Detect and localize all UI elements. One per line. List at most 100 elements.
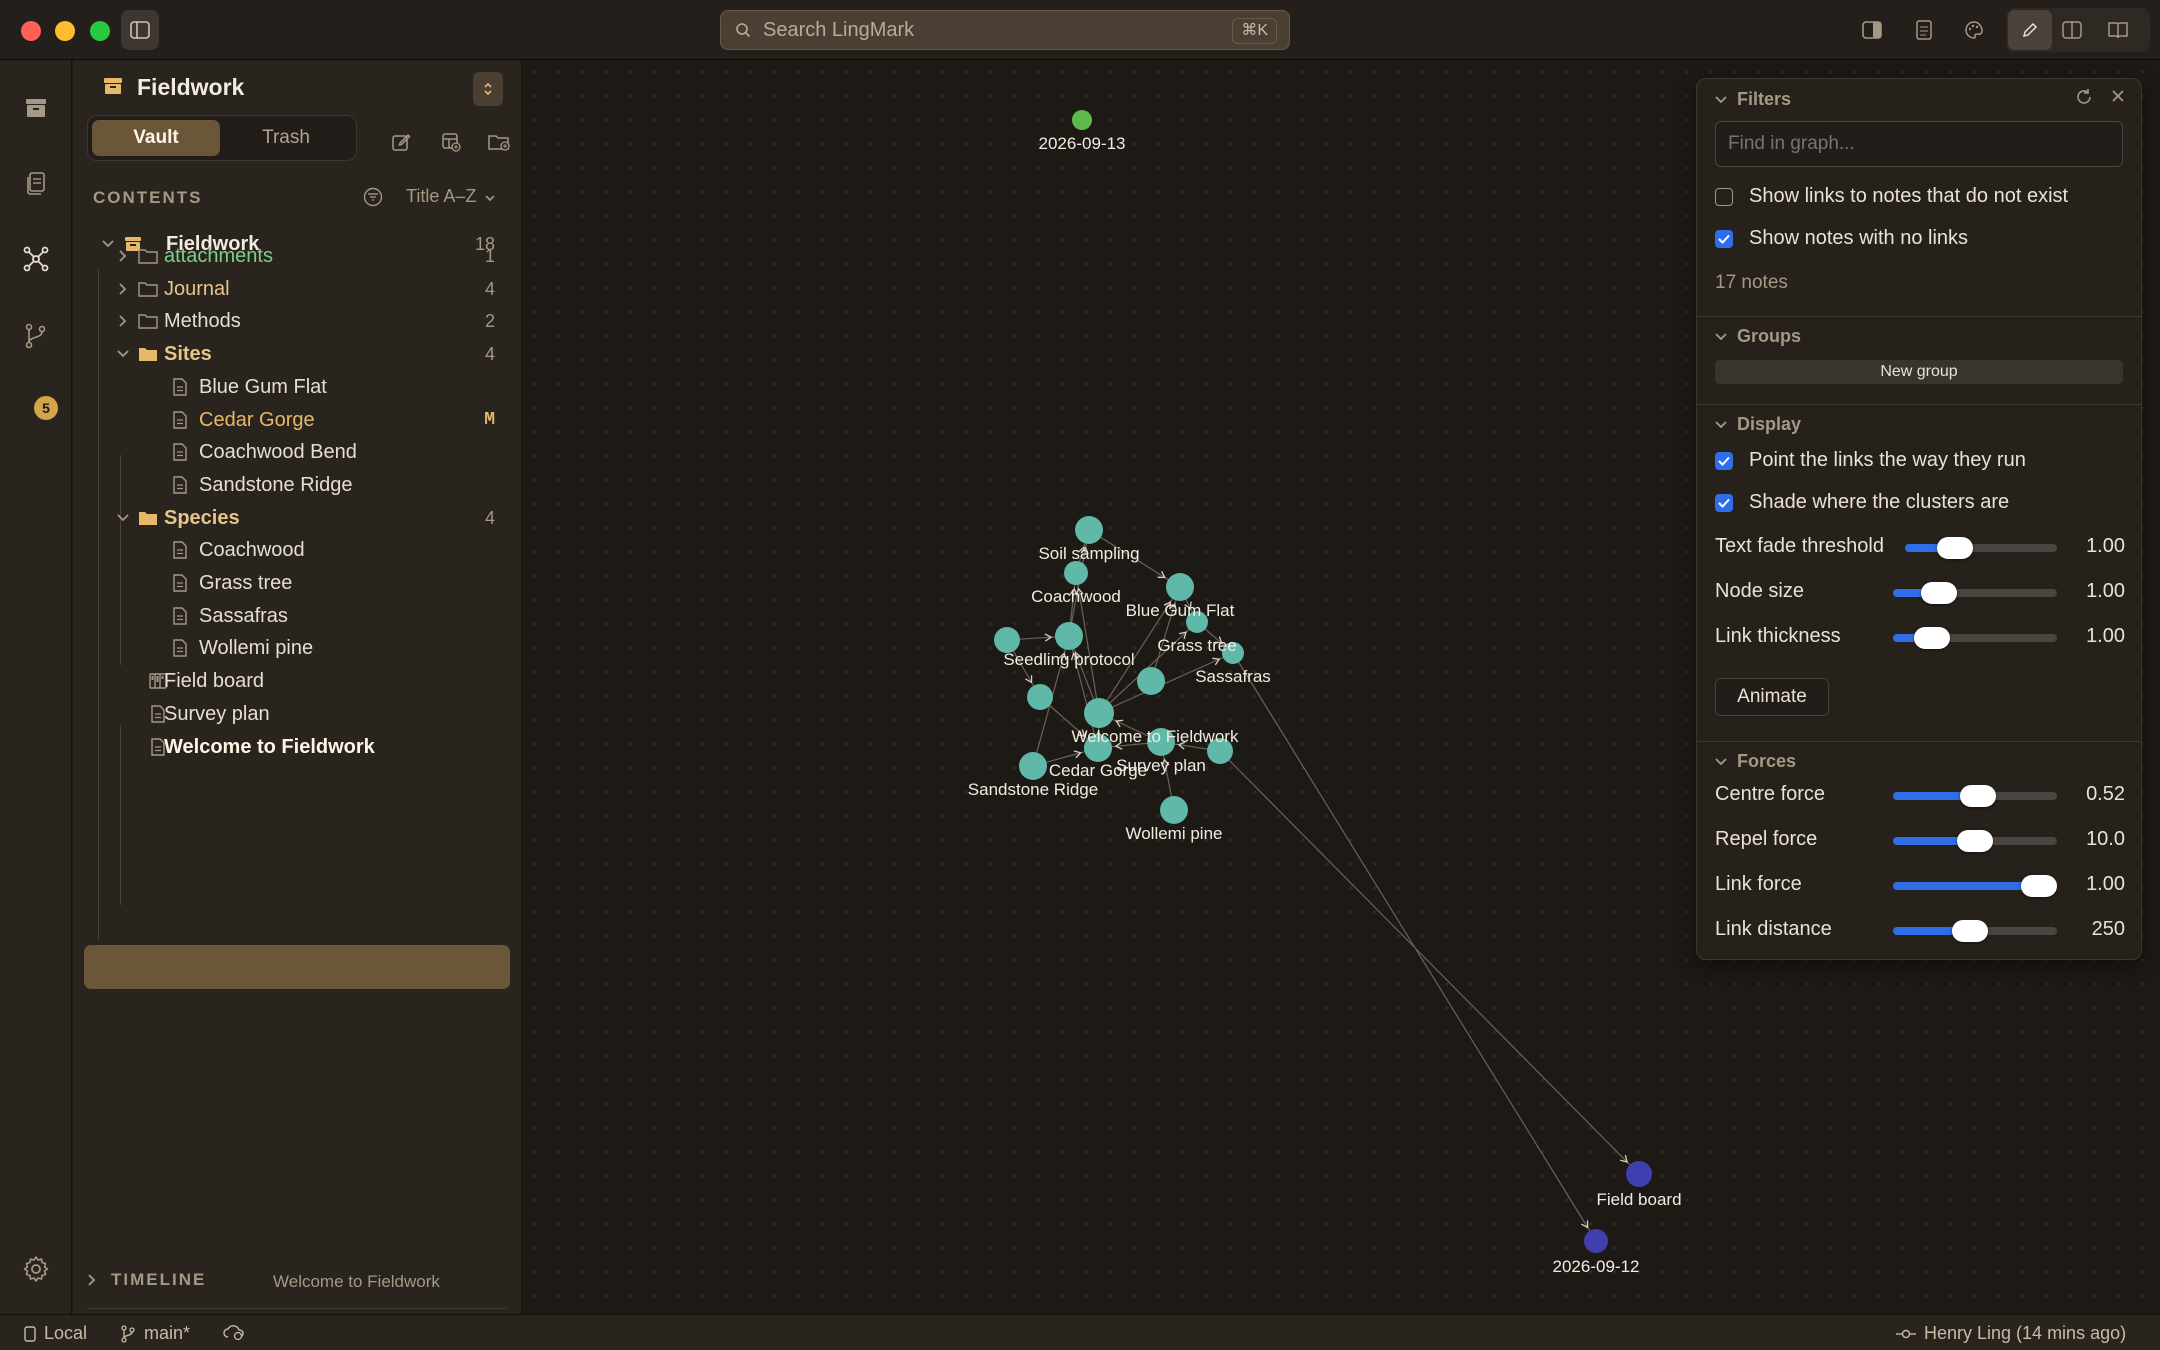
display-header[interactable]: Display: [1715, 414, 1801, 435]
rail-vault-button[interactable]: [18, 90, 54, 126]
status-last-commit[interactable]: Henry Ling (14 mins ago): [1896, 1323, 2126, 1344]
graph-node[interactable]: [1072, 110, 1092, 130]
graph-node[interactable]: [1084, 698, 1114, 728]
status-location-label: Local: [44, 1323, 88, 1343]
graph-node-label: Sassafras: [1195, 667, 1271, 686]
folder-icon: [137, 278, 159, 300]
checkbox-checked[interactable]: [1715, 229, 1733, 248]
chevron-down-icon[interactable]: [115, 510, 131, 526]
tree-item-label: Species: [164, 506, 240, 529]
new-board-button[interactable]: [439, 130, 463, 154]
slider-track[interactable]: [1893, 582, 2057, 604]
status-branch[interactable]: main*: [120, 1323, 190, 1344]
close-filters-button[interactable]: [2111, 89, 2125, 108]
option-shade-clusters[interactable]: Shade where the clusters are: [1715, 491, 2009, 514]
slider-link-force: Link force 1.00: [1715, 869, 2125, 899]
sync-status-button[interactable]: [222, 1323, 254, 1341]
graph-node[interactable]: [1166, 573, 1194, 601]
slider-thumb[interactable]: [1937, 537, 1974, 559]
graph-node[interactable]: [1055, 622, 1083, 650]
filter-button[interactable]: [363, 187, 383, 212]
slider-value: 1.00: [2086, 535, 2125, 557]
slider-track[interactable]: [1905, 537, 2057, 559]
slider-track[interactable]: [1893, 785, 2057, 807]
check-icon: [1718, 498, 1730, 508]
slider-thumb[interactable]: [2021, 875, 2057, 897]
filters-header[interactable]: Filters: [1715, 89, 1791, 110]
right-sidebar-button[interactable]: [1858, 16, 1886, 44]
checkbox-checked[interactable]: [1715, 451, 1733, 470]
status-bar: Local main* Henry Ling (14 mins ago): [0, 1314, 2160, 1350]
graph-node[interactable]: [1027, 684, 1053, 710]
slider-track[interactable]: [1893, 627, 2057, 649]
tab-trash[interactable]: Trash: [222, 120, 350, 156]
status-location[interactable]: Local: [24, 1323, 87, 1344]
slider-fill: [1893, 882, 2039, 890]
forces-header[interactable]: Forces: [1715, 751, 1796, 772]
note-icon: [169, 474, 191, 496]
graph-node[interactable]: [1626, 1161, 1652, 1187]
pencil-icon: [2022, 22, 2038, 38]
slider-thumb[interactable]: [1957, 830, 1993, 852]
timeline-section-toggle[interactable]: TIMELINE: [87, 1270, 206, 1290]
outline-button[interactable]: [1910, 16, 1938, 44]
checkbox-unchecked[interactable]: [1715, 187, 1733, 206]
animate-button[interactable]: Animate: [1715, 678, 1829, 716]
file-row-welcome-to-fieldwork[interactable]: Welcome to Fieldwork: [73, 726, 522, 768]
chevron-up-down-icon: [484, 82, 492, 96]
vault-switcher-button[interactable]: [473, 72, 503, 106]
graph-node[interactable]: [1064, 561, 1088, 585]
chevron-right-icon[interactable]: [115, 313, 131, 329]
slider-thumb[interactable]: [1914, 627, 1951, 649]
slider-centre-force: Centre force 0.52: [1715, 779, 2125, 809]
zoom-window-button[interactable]: [90, 21, 110, 41]
new-folder-button[interactable]: [487, 130, 511, 154]
minimize-window-button[interactable]: [55, 21, 75, 41]
slider-thumb[interactable]: [1952, 920, 1989, 942]
reading-mode-button[interactable]: [2104, 16, 2132, 44]
slider-thumb[interactable]: [1960, 785, 1997, 807]
settings-button[interactable]: [22, 1255, 50, 1288]
slider-label: Node size: [1715, 580, 1804, 602]
graph-node[interactable]: [1019, 752, 1047, 780]
chevron-right-icon[interactable]: [115, 281, 131, 297]
chevron-down-icon[interactable]: [115, 346, 131, 362]
tree-item-count: 2: [484, 310, 495, 331]
note-icon: [169, 605, 191, 627]
theme-button[interactable]: [1960, 16, 1988, 44]
checkbox-checked[interactable]: [1715, 493, 1733, 512]
refresh-icon: [2077, 89, 2091, 104]
close-icon: [2112, 90, 2124, 102]
sort-dropdown[interactable]: Title A–Z: [406, 186, 495, 207]
option-show-unresolved[interactable]: Show links to notes that do not exist: [1715, 185, 2068, 208]
slider-track[interactable]: [1893, 875, 2057, 897]
close-window-button[interactable]: [21, 21, 41, 41]
rail-files-button[interactable]: [18, 165, 54, 201]
split-mode-button[interactable]: [2058, 16, 2086, 44]
slider-thumb[interactable]: [1920, 582, 1957, 604]
new-note-icon: [392, 133, 411, 151]
groups-header[interactable]: Groups: [1715, 326, 1801, 347]
search-box[interactable]: Search LingMark ⌘K: [720, 10, 1290, 50]
tab-vault[interactable]: Vault: [92, 120, 220, 156]
graph-node[interactable]: [1137, 667, 1165, 695]
sidebar-toggle-button[interactable]: [121, 10, 159, 50]
rail-git-button[interactable]: [18, 318, 54, 354]
graph-node[interactable]: [1584, 1229, 1608, 1253]
tree-item-label: Sassafras: [199, 604, 288, 627]
option-label: Show notes with no links: [1749, 227, 1969, 249]
slider-track[interactable]: [1893, 830, 2057, 852]
option-show-arrows[interactable]: Point the links the way they run: [1715, 449, 2026, 472]
option-show-orphans[interactable]: Show notes with no links: [1715, 227, 1968, 250]
graph-node[interactable]: [1075, 516, 1103, 544]
graph-node-label: Welcome to Fieldwork: [1072, 727, 1239, 746]
chevron-right-icon[interactable]: [115, 248, 131, 264]
graph-node[interactable]: [1160, 796, 1188, 824]
rail-graph-button[interactable]: [18, 241, 54, 277]
slider-track[interactable]: [1893, 920, 2057, 942]
new-group-button[interactable]: New group: [1715, 360, 2123, 384]
reset-filters-button[interactable]: [2074, 87, 2094, 112]
device-icon: [24, 1325, 36, 1342]
graph-search-input[interactable]: [1715, 121, 2123, 167]
new-note-button[interactable]: [389, 130, 413, 154]
